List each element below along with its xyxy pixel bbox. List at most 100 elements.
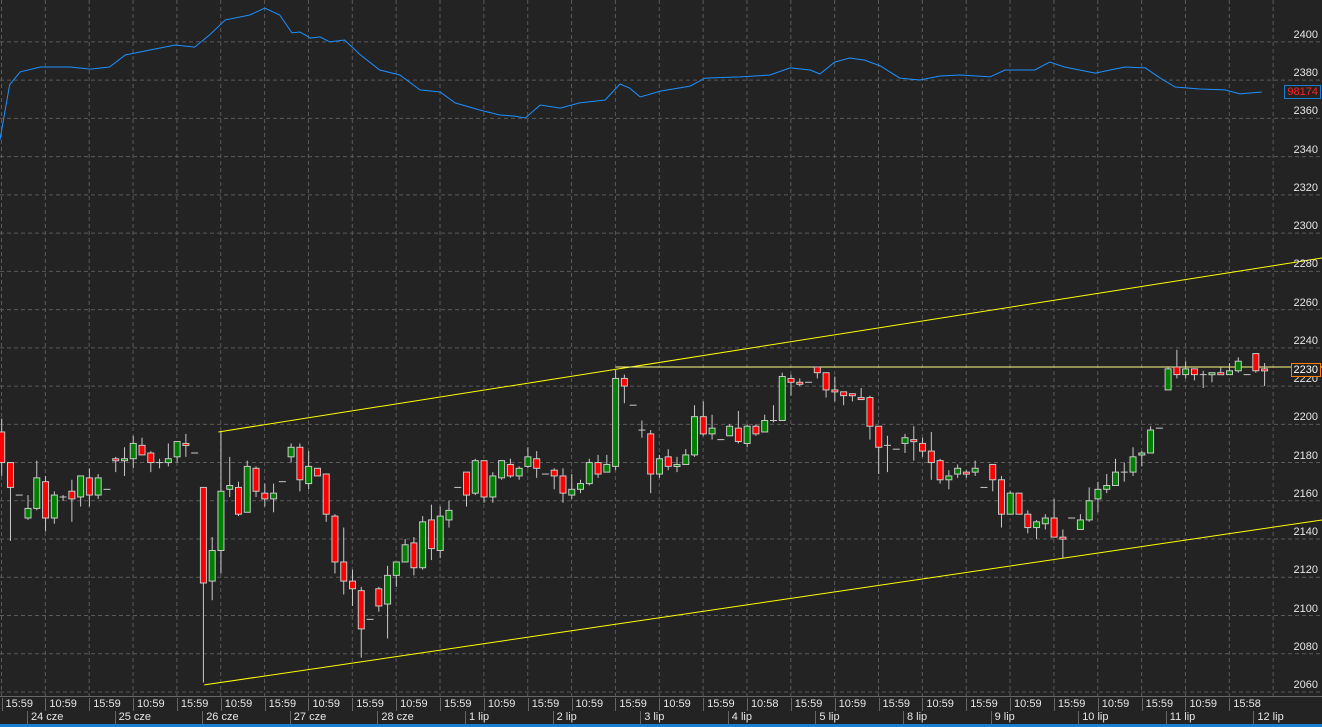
candle — [533, 451, 541, 478]
candle-body — [831, 389, 839, 393]
candle-body — [261, 492, 269, 500]
candle — [59, 495, 67, 501]
candle-body — [217, 490, 225, 552]
candle — [164, 443, 172, 467]
candle — [261, 483, 269, 507]
candle-body — [840, 391, 848, 397]
candle — [1015, 492, 1023, 515]
time-label: 15:59 — [527, 698, 559, 711]
price-tick-label: 2280 — [1293, 258, 1318, 271]
candle-body — [708, 427, 716, 435]
candle — [813, 366, 821, 379]
time-label: 15:59 — [790, 698, 822, 711]
candle — [515, 466, 523, 480]
price-tick-label: 2340 — [1293, 143, 1318, 156]
date-label: 4 lip — [727, 711, 752, 724]
time-label: 15:59 — [352, 698, 384, 711]
candle-body — [1234, 360, 1242, 372]
candle-body — [971, 467, 979, 473]
candle — [506, 458, 514, 478]
candle — [1129, 447, 1137, 476]
candle-body — [620, 377, 628, 387]
candle-body — [0, 431, 6, 464]
candle-body — [6, 462, 14, 488]
candle-body — [1208, 372, 1216, 376]
candle-body — [1041, 517, 1049, 525]
candle-body — [208, 550, 216, 582]
candle-body — [655, 458, 663, 475]
candle — [401, 539, 409, 563]
candle-body — [796, 381, 804, 385]
candle — [6, 462, 14, 541]
candle-body — [778, 376, 786, 421]
candle — [524, 447, 532, 469]
candle — [919, 437, 927, 457]
candle-body — [94, 477, 102, 496]
candle — [296, 443, 304, 492]
time-label: 15:58 — [1229, 698, 1261, 711]
candle — [647, 430, 655, 494]
candle — [664, 449, 672, 471]
candle — [682, 449, 690, 465]
candle-body — [568, 488, 576, 496]
candle — [120, 447, 128, 476]
candle-body — [480, 460, 488, 498]
candle-body — [1182, 368, 1190, 376]
candle — [577, 479, 585, 494]
candle-body — [524, 456, 532, 467]
time-label: 15:59 — [89, 698, 121, 711]
grid — [0, 0, 1322, 696]
candle — [568, 474, 576, 499]
candle-body — [1059, 536, 1067, 540]
candle-body — [647, 433, 655, 475]
date-label: 27 cze — [289, 711, 326, 724]
candle — [743, 424, 751, 448]
candle — [1190, 368, 1198, 381]
candle-body — [419, 521, 427, 569]
candle — [1024, 510, 1032, 534]
candle-body — [734, 427, 742, 443]
candle — [603, 454, 611, 473]
candle-body — [919, 442, 927, 452]
candle-body — [752, 425, 760, 435]
candle-body — [603, 463, 611, 473]
date-label: 24 cze — [27, 711, 63, 724]
candle-body — [989, 463, 997, 481]
price-chart[interactable] — [0, 0, 1322, 696]
time-label: 15:59 — [966, 698, 998, 711]
candle-body — [954, 467, 962, 475]
price-tick-label: 2380 — [1293, 67, 1318, 80]
price-tick-label: 2400 — [1293, 28, 1318, 41]
time-axis[interactable]: 15:59 10:59 15:59 10:59 15:59 10:59 15:59 10:59… — [0, 696, 1322, 712]
date-axis[interactable]: 24 cze 25 cze 26 cze 27 cze 28 cze 1 lip 2 lip… — [0, 711, 1322, 724]
candle-body — [1147, 429, 1155, 454]
candle-body — [313, 467, 321, 477]
candle — [156, 458, 164, 469]
candle — [585, 458, 593, 486]
date-label: 9 lip — [990, 711, 1015, 724]
candle-body — [436, 515, 444, 552]
candle-body — [1050, 517, 1058, 538]
candle — [33, 460, 41, 511]
candle — [1033, 519, 1041, 540]
candle — [217, 431, 225, 574]
date-label: 25 cze — [114, 711, 151, 724]
price-tick-label: 2160 — [1293, 487, 1318, 500]
candle — [471, 458, 479, 496]
channel-line-lower[interactable] — [204, 519, 1322, 686]
candle-body — [866, 397, 874, 427]
candle — [129, 435, 137, 469]
candle-body — [612, 377, 620, 467]
price-tick-label: 2360 — [1293, 105, 1318, 118]
time-label: 10:59 — [483, 698, 515, 711]
channel-line-upper[interactable] — [218, 257, 1322, 433]
candle — [138, 437, 146, 456]
time-label: 10:59 — [45, 698, 77, 711]
candle — [1234, 357, 1242, 373]
candle-body — [296, 446, 304, 481]
time-label: 15:59 — [615, 698, 647, 711]
candle-body — [120, 458, 128, 462]
candle — [1208, 372, 1216, 383]
candle-body — [1226, 370, 1233, 376]
candle — [1226, 363, 1233, 376]
